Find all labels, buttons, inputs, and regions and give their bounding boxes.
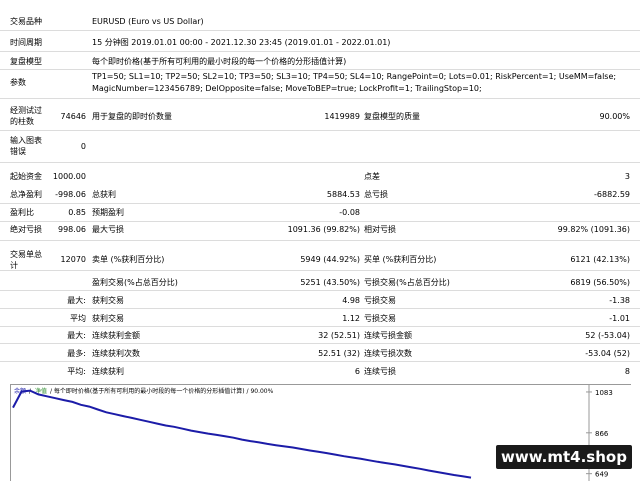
abs-drawdown-value: 998.06	[58, 225, 86, 234]
row-prefix: 平均	[70, 314, 86, 323]
symbol-value: EURUSD (Euro vs US Dollar)	[92, 17, 204, 26]
net-profit-label: 总净盈利	[10, 190, 42, 199]
row-label-left: 获利交易	[92, 296, 124, 305]
loss-trades-value: 6819 (56.50%)	[570, 278, 630, 287]
rel-drawdown-label: 相对亏损	[364, 225, 396, 234]
row-label-right: 连续亏损次数	[364, 349, 412, 358]
max-drawdown-label: 最大亏损	[92, 225, 124, 234]
profit-trades-value: 5251 (43.50%)	[300, 278, 360, 287]
divider	[0, 361, 640, 362]
quality-value: 90.00%	[599, 112, 630, 121]
divider	[0, 203, 640, 204]
y-axis-tick-label: 1083	[595, 389, 613, 397]
row-prefix: 平均:	[67, 367, 86, 376]
row-prefix: 最大:	[67, 331, 86, 340]
row-label-left: 获利交易	[92, 314, 124, 323]
divider	[0, 308, 640, 309]
max-drawdown-value: 1091.36 (99.82%)	[287, 225, 360, 234]
errors-label-1: 输入图表	[10, 136, 42, 145]
gross-loss-label: 总亏损	[364, 190, 388, 199]
divider	[0, 162, 640, 163]
total-trades-value: 12070	[60, 255, 86, 264]
deposit-label: 起始资金	[10, 172, 42, 181]
profit-factor-value: 0.85	[68, 208, 86, 217]
row-value-left: 52.51 (32)	[318, 349, 360, 358]
row-value-right: -53.04 (52)	[585, 349, 630, 358]
row-prefix: 最大:	[67, 296, 86, 305]
profit-factor-label: 盈利比	[10, 208, 34, 217]
rel-drawdown-value: 99.82% (1091.36)	[557, 225, 630, 234]
row-label-left: 连续获利	[92, 367, 124, 376]
row-label-right: 亏损交易	[364, 314, 396, 323]
divider	[0, 290, 640, 291]
bars-label-2: 的柱数	[10, 117, 34, 126]
divider	[0, 270, 640, 271]
row-value-right: 8	[624, 367, 630, 376]
ticks-value: 1419989	[324, 112, 360, 121]
spread-label: 点差	[364, 172, 380, 181]
row-value-left: 1.12	[342, 314, 360, 323]
profit-trades-label: 盈利交易(%占总百分比)	[92, 278, 178, 287]
divider	[0, 221, 640, 222]
row-value-left: 6	[354, 367, 360, 376]
expected-payoff-label: 预期盈利	[92, 208, 124, 217]
row-value-left: 32 (52.51)	[318, 331, 360, 340]
y-axis-tick-label: 649	[595, 471, 608, 479]
period-value: 15 分钟图 2019.01.01 00:00 - 2021.12.30 23:…	[92, 38, 391, 47]
row-value-right: -1.01	[609, 314, 630, 323]
y-axis-tick-label: 866	[595, 430, 609, 438]
net-profit-value: -998.06	[55, 190, 86, 199]
row-value-right: -1.38	[609, 296, 630, 305]
params-line-2: MagicNumber=123456789; DelOpposite=false…	[92, 84, 482, 93]
divider	[0, 130, 640, 131]
short-trades-value: 5949 (44.92%)	[300, 255, 360, 264]
row-value-right: 52 (-53.04)	[585, 331, 630, 340]
divider	[0, 69, 640, 70]
errors-label-2: 错误	[10, 147, 26, 156]
row-label-right: 连续亏损金额	[364, 331, 412, 340]
total-trades-label-1: 交易单总	[10, 250, 42, 259]
row-value-left: 4.98	[342, 296, 360, 305]
row-label-right: 连续亏损	[364, 367, 396, 376]
bars-label-1: 经测试过	[10, 106, 42, 115]
loss-trades-label: 亏损交易(%占总百分比)	[364, 278, 450, 287]
params-line-1: TP1=50; SL1=10; TP2=50; SL2=10; TP3=50; …	[92, 72, 617, 81]
chart-model-note: / 每个即时价格(基于所有可利用的最小时段的每一个价格的分形插值计算) / 90…	[50, 387, 274, 395]
row-label-right: 亏损交易	[364, 296, 396, 305]
divider	[0, 326, 640, 327]
row-label-left: 连续获利次数	[92, 349, 140, 358]
short-trades-label: 卖单 (%获利百分比)	[92, 255, 165, 264]
model-value: 每个即时价格(基于所有可利用的最小时段的每一个价格的分形插值计算)	[92, 57, 347, 66]
gross-loss-value: -6882.59	[594, 190, 630, 199]
long-trades-value: 6121 (42.13%)	[570, 255, 630, 264]
divider	[0, 51, 640, 52]
divider	[0, 30, 640, 31]
expected-payoff-value: -0.08	[339, 208, 360, 217]
errors-value: 0	[80, 142, 86, 151]
abs-drawdown-label: 绝对亏损	[10, 225, 42, 234]
divider	[0, 240, 640, 241]
model-label: 复盘模型	[10, 57, 42, 66]
divider	[0, 343, 640, 344]
quality-label: 复盘模型的质量	[364, 112, 420, 121]
divider	[0, 98, 640, 99]
gross-profit-value: 5884.53	[326, 190, 360, 199]
long-trades-label: 买单 (%获利百分比)	[364, 255, 437, 264]
ticks-label: 用于复盘的即时价数量	[92, 112, 172, 121]
spread-value: 3	[624, 172, 630, 181]
period-label: 时间周期	[10, 38, 42, 47]
bars-value: 74646	[60, 112, 86, 121]
symbol-label: 交易品种	[10, 17, 42, 26]
deposit-value: 1000.00	[52, 172, 86, 181]
row-prefix: 最多:	[67, 349, 86, 358]
gross-profit-label: 总获利	[92, 190, 116, 199]
watermark: www.mt4.shop	[496, 445, 632, 469]
params-label: 参数	[10, 78, 26, 87]
row-label-left: 连续获利金额	[92, 331, 140, 340]
